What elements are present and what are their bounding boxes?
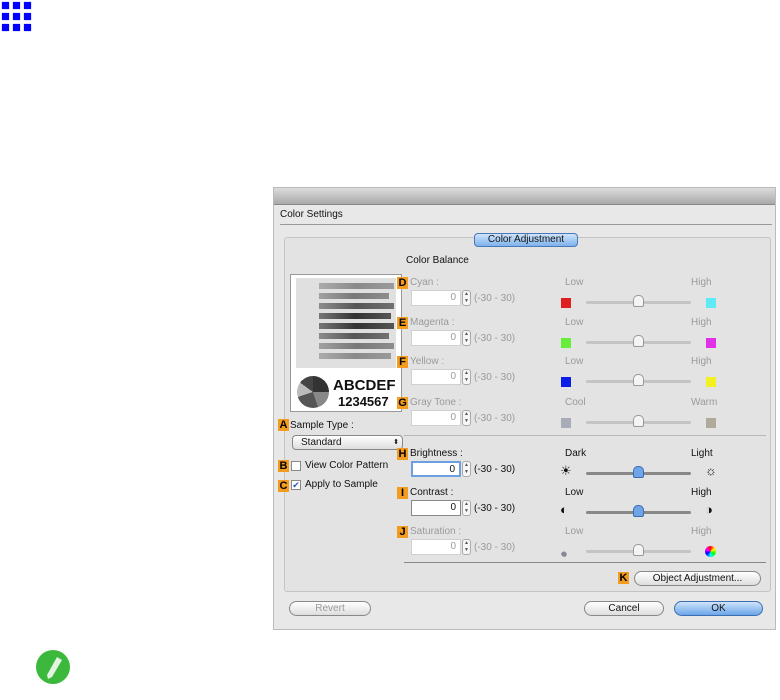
object-adjustment-button[interactable]: Object Adjustment... bbox=[634, 571, 761, 586]
badge-c: C bbox=[278, 480, 289, 492]
sample-preview: ABCDEF 1234567 bbox=[290, 274, 402, 412]
gray-tone-high-swatch bbox=[706, 418, 716, 428]
cyan-high-label: High bbox=[691, 277, 712, 288]
gray-tone-range: (-30 - 30) bbox=[474, 413, 516, 424]
contrast-high-label: High bbox=[691, 487, 712, 498]
contrast-stepper[interactable]: ▲ ▼ bbox=[462, 500, 471, 516]
cancel-button[interactable]: Cancel bbox=[584, 601, 664, 616]
saturation-low-icon: ● bbox=[560, 546, 568, 557]
cyan-range: (-30 - 30) bbox=[474, 293, 516, 304]
color-wheel-icon bbox=[297, 376, 329, 408]
magenta-label: Magenta : bbox=[410, 317, 455, 328]
brightness-high-label: Light bbox=[691, 448, 713, 459]
cyan-input[interactable]: 0 bbox=[411, 290, 461, 306]
contrast-high-icon: ◑ bbox=[705, 502, 713, 517]
brightness-low-label: Dark bbox=[565, 448, 587, 459]
magenta-slider-thumb[interactable] bbox=[633, 335, 644, 347]
saturation-low-label: Low bbox=[565, 526, 584, 537]
badge-h: H bbox=[397, 448, 408, 460]
yellow-slider-thumb[interactable] bbox=[633, 374, 644, 386]
color-balance-heading: Color Balance bbox=[406, 255, 469, 266]
gray-tone-high-label: Warm bbox=[691, 397, 718, 408]
contrast-low-label: Low bbox=[565, 487, 584, 498]
badge-a: A bbox=[278, 419, 289, 431]
sample-type-label: Sample Type : bbox=[290, 420, 354, 431]
saturation-high-icon: ● bbox=[705, 546, 716, 557]
contrast-slider-thumb[interactable] bbox=[633, 505, 644, 517]
contrast-low-icon: ◐ bbox=[560, 502, 568, 517]
saturation-label: Saturation : bbox=[410, 526, 462, 537]
badge-k: K bbox=[618, 572, 629, 584]
badge-e: E bbox=[397, 317, 408, 329]
cyan-slider-thumb[interactable] bbox=[633, 295, 644, 307]
magenta-low-swatch bbox=[561, 338, 571, 348]
brightness-high-icon: ☼ bbox=[705, 463, 717, 478]
divider bbox=[404, 435, 766, 436]
contrast-range: (-30 - 30) bbox=[474, 503, 516, 514]
gray-tone-slider-thumb[interactable] bbox=[633, 415, 644, 427]
cyan-label: Cyan : bbox=[410, 277, 439, 288]
sample-type-select[interactable]: Standard ⬍ bbox=[292, 435, 403, 450]
contrast-input[interactable]: 0 bbox=[411, 500, 461, 516]
badge-d: D bbox=[397, 277, 408, 289]
brightness-low-icon: ☀ bbox=[560, 463, 572, 478]
brightness-range: (-30 - 30) bbox=[474, 464, 516, 475]
brightness-input[interactable]: 0 bbox=[411, 461, 461, 477]
yellow-label: Yellow : bbox=[410, 356, 445, 367]
yellow-input[interactable]: 0 bbox=[411, 369, 461, 385]
brightness-stepper[interactable]: ▲ ▼ bbox=[462, 461, 471, 477]
magenta-high-swatch bbox=[706, 338, 716, 348]
cyan-stepper[interactable]: ▲ ▼ bbox=[462, 290, 471, 306]
yellow-low-label: Low bbox=[565, 356, 584, 367]
sample-type-value: Standard bbox=[301, 437, 342, 448]
view-color-pattern-label: View Color Pattern bbox=[305, 460, 389, 471]
gray-tone-input[interactable]: 0 bbox=[411, 410, 461, 426]
grid-menu-icon[interactable] bbox=[2, 2, 31, 31]
revert-button[interactable]: Revert bbox=[289, 601, 371, 616]
divider bbox=[280, 224, 772, 225]
badge-f: F bbox=[397, 356, 408, 368]
divider bbox=[404, 562, 766, 563]
saturation-high-label: High bbox=[691, 526, 712, 537]
yellow-range: (-30 - 30) bbox=[474, 372, 516, 383]
magenta-input[interactable]: 0 bbox=[411, 330, 461, 346]
gray-tone-low-swatch bbox=[561, 418, 571, 428]
cyan-low-swatch bbox=[561, 298, 571, 308]
gray-tone-label: Gray Tone : bbox=[410, 397, 462, 408]
yellow-stepper[interactable]: ▲ ▼ bbox=[462, 369, 471, 385]
preview-text-numbers: 1234567 bbox=[338, 394, 389, 409]
badge-j: J bbox=[397, 526, 408, 538]
brightness-slider-thumb[interactable] bbox=[633, 466, 644, 478]
cyan-high-swatch bbox=[706, 298, 716, 308]
ok-button[interactable]: OK bbox=[674, 601, 763, 616]
color-settings-dialog: Color Settings Color Adjustment Color Ba… bbox=[273, 187, 776, 630]
magenta-stepper[interactable]: ▲ ▼ bbox=[462, 330, 471, 346]
view-color-pattern-checkbox[interactable] bbox=[291, 461, 301, 471]
saturation-slider-thumb[interactable] bbox=[633, 544, 644, 556]
yellow-high-swatch bbox=[706, 377, 716, 387]
saturation-stepper[interactable]: ▲ ▼ bbox=[462, 539, 471, 555]
badge-i: I bbox=[397, 487, 408, 499]
magenta-high-label: High bbox=[691, 317, 712, 328]
badge-b: B bbox=[278, 460, 289, 472]
gray-tone-low-label: Cool bbox=[565, 397, 586, 408]
yellow-low-swatch bbox=[561, 377, 571, 387]
contrast-label: Contrast : bbox=[410, 487, 454, 498]
tab-color-adjustment[interactable]: Color Adjustment bbox=[474, 233, 578, 247]
note-pencil-icon bbox=[36, 650, 70, 684]
magenta-range: (-30 - 30) bbox=[474, 333, 516, 344]
brightness-label: Brightness : bbox=[410, 448, 463, 459]
badge-g: G bbox=[397, 397, 408, 409]
cyan-low-label: Low bbox=[565, 277, 584, 288]
preview-text-letters: ABCDEF bbox=[333, 377, 396, 394]
saturation-input[interactable]: 0 bbox=[411, 539, 461, 555]
gray-tone-stepper[interactable]: ▲ ▼ bbox=[462, 410, 471, 426]
apply-to-sample-checkbox[interactable]: ✔ bbox=[291, 480, 301, 490]
magenta-low-label: Low bbox=[565, 317, 584, 328]
saturation-range: (-30 - 30) bbox=[474, 542, 516, 553]
yellow-high-label: High bbox=[691, 356, 712, 367]
title-bar bbox=[274, 188, 775, 205]
apply-to-sample-label: Apply to Sample bbox=[305, 479, 378, 490]
dialog-title: Color Settings bbox=[280, 209, 343, 220]
